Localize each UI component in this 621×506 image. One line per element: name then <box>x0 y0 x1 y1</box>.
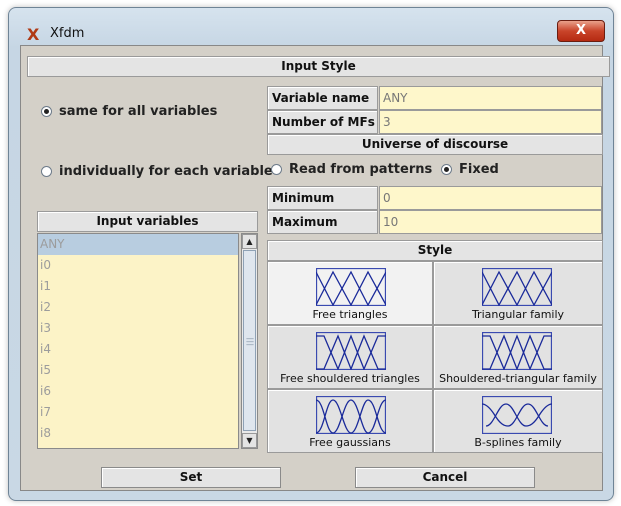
list-item[interactable]: i1 <box>38 276 238 297</box>
variable-name-label: Variable name <box>267 86 378 110</box>
close-button[interactable]: X <box>557 20 605 42</box>
triangles-icon <box>482 268 552 306</box>
number-of-mfs-field[interactable]: 3 <box>379 110 602 134</box>
input-style-header: Input Style <box>27 56 610 77</box>
style-caption: Free gaussians <box>309 436 391 449</box>
radio-individual[interactable]: individually for each variable <box>41 164 273 179</box>
style-caption: B-splines family <box>474 436 562 449</box>
style-shouldered-triangular-family[interactable]: Shouldered-triangular family <box>433 325 603 389</box>
list-item[interactable]: i8 <box>38 423 238 444</box>
cancel-button[interactable]: Cancel <box>355 467 535 488</box>
list-item[interactable]: i3 <box>38 318 238 339</box>
style-caption: Triangular family <box>471 308 565 321</box>
scroll-up-arrow-icon[interactable]: ▲ <box>242 234 257 249</box>
radio-same-for-all[interactable]: same for all variables <box>41 104 217 119</box>
window-title: Xfdm <box>50 26 85 41</box>
style-free-triangles[interactable]: Free triangles <box>267 261 433 325</box>
app-logo-icon: X <box>27 25 40 44</box>
grip-icon: — — — <box>246 334 254 349</box>
shouldered-triangles-icon <box>482 332 552 370</box>
list-item[interactable]: i2 <box>38 297 238 318</box>
radio-fixed-label: Fixed <box>459 162 499 177</box>
style-caption: Shouldered-triangular family <box>439 372 597 385</box>
radio-same-label: same for all variables <box>59 104 218 119</box>
radio-read-from-patterns[interactable]: Read from patterns <box>271 162 432 177</box>
triangles-icon <box>316 268 386 306</box>
shouldered-triangles-icon <box>316 332 386 370</box>
radio-individual-label: individually for each variable <box>59 164 273 179</box>
title-bar[interactable]: X Xfdm X <box>9 8 613 44</box>
universe-header: Universe of discourse <box>267 134 603 155</box>
list-item[interactable]: i0 <box>38 255 238 276</box>
input-variables-header: Input variables <box>37 211 258 232</box>
list-scrollbar[interactable]: ▲ — — — ▼ <box>241 233 258 449</box>
radio-fixed-dot <box>441 164 452 175</box>
radio-read-dot <box>271 164 282 175</box>
list-item[interactable]: ANY <box>38 234 238 255</box>
radio-same-dot <box>41 106 52 117</box>
style-caption: Free shouldered triangles <box>280 372 420 385</box>
minimum-label: Minimum <box>267 186 378 210</box>
list-item[interactable]: i5 <box>38 360 238 381</box>
style-free-shouldered-triangles[interactable]: Free shouldered triangles <box>267 325 433 389</box>
maximum-label: Maximum <box>267 210 378 234</box>
scrollbar-thumb[interactable]: — — — <box>243 250 256 431</box>
style-b-splines-family[interactable]: B-splines family <box>433 389 603 453</box>
radio-fixed[interactable]: Fixed <box>441 162 499 177</box>
minimum-field[interactable]: 0 <box>379 186 602 210</box>
style-header: Style <box>267 240 603 261</box>
number-of-mfs-label: Number of MFs <box>267 110 378 134</box>
gaussians-icon <box>316 396 386 434</box>
bsplines-icon <box>482 396 552 434</box>
list-item[interactable]: i7 <box>38 402 238 423</box>
close-icon: X <box>575 23 587 38</box>
radio-individual-dot <box>41 166 52 177</box>
scroll-down-arrow-icon[interactable]: ▼ <box>242 433 257 448</box>
set-button[interactable]: Set <box>101 467 281 488</box>
input-variables-list[interactable]: ANY i0 i1 i2 i3 i4 i5 i6 i7 i8 <box>37 233 239 449</box>
radio-read-label: Read from patterns <box>289 162 433 177</box>
variable-name-field[interactable]: ANY <box>379 86 602 110</box>
maximum-field[interactable]: 10 <box>379 210 602 234</box>
style-caption: Free triangles <box>312 308 388 321</box>
list-item[interactable]: i4 <box>38 339 238 360</box>
style-triangular-family[interactable]: Triangular family <box>433 261 603 325</box>
list-item[interactable]: i6 <box>38 381 238 402</box>
style-free-gaussians[interactable]: Free gaussians <box>267 389 433 453</box>
